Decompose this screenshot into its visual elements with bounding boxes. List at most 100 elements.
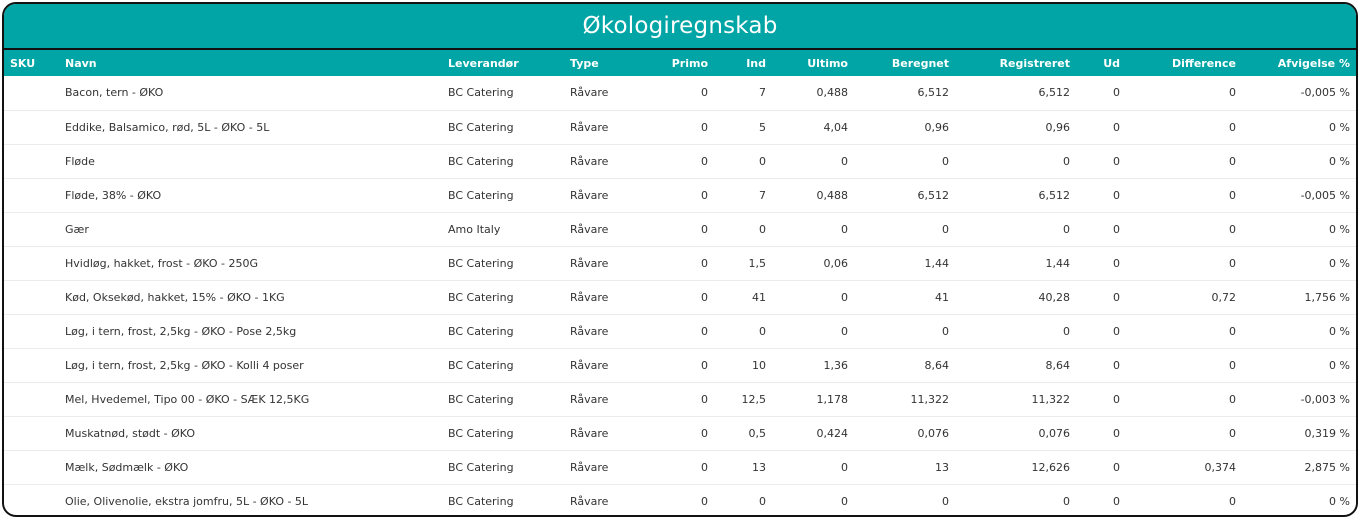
- cell-sku: [4, 416, 59, 450]
- cell-navn: Gær: [65, 222, 89, 236]
- cell-sku: [4, 280, 59, 314]
- cell-beregnet: 6,512: [917, 86, 950, 100]
- cell-primo: 0: [701, 120, 708, 134]
- cell-type: Råvare: [570, 188, 609, 202]
- cell-ultimo: 1,178: [816, 392, 849, 406]
- cell-type: Råvare: [570, 290, 609, 304]
- table-row[interactable]: Mælk, Sødmælk - ØKO BC Catering Råvare 0 13 0…: [4, 450, 1356, 484]
- cell-ultimo: 0: [841, 154, 848, 168]
- table-row[interactable]: Eddike, Balsamico, rød, 5L - ØKO - 5L BC …: [4, 110, 1356, 144]
- table-row[interactable]: Olie, Olivenolie, ekstra jomfru, 5L - ØK…: [4, 484, 1356, 515]
- cell-beregnet: 13: [935, 460, 949, 474]
- cell-registreret: 0: [1063, 154, 1070, 168]
- cell-type: Råvare: [570, 256, 609, 270]
- cell-type: Råvare: [570, 154, 609, 168]
- cell-registreret: 40,28: [1038, 290, 1071, 304]
- cell-ind: 7: [759, 86, 766, 100]
- cell-registreret: 0,96: [1045, 120, 1071, 134]
- col-header-difference[interactable]: Difference: [1126, 50, 1242, 76]
- cell-difference: 0: [1229, 188, 1236, 202]
- table-row[interactable]: Løg, i tern, frost, 2,5kg - ØKO - Pose 2…: [4, 314, 1356, 348]
- cell-navn: Fløde, 38% - ØKO: [65, 188, 162, 202]
- cell-leverandor: BC Catering: [448, 392, 514, 406]
- cell-leverandor: BC Catering: [448, 324, 514, 338]
- cell-ind: 10: [752, 358, 766, 372]
- cell-primo: 0: [701, 154, 708, 168]
- col-header-afvigelse[interactable]: Afvigelse %: [1242, 50, 1356, 76]
- cell-navn: Løg, i tern, frost, 2,5kg - ØKO - Pose 2…: [65, 324, 297, 338]
- cell-primo: 0: [701, 188, 708, 202]
- table-row[interactable]: Bacon, tern - ØKO BC Catering Råvare 0 7 0,48…: [4, 76, 1356, 110]
- cell-afvigelse: 0 %: [1329, 358, 1350, 372]
- cell-ind: 0: [759, 222, 766, 236]
- cell-ud: 0: [1113, 392, 1120, 406]
- table-row[interactable]: Fløde BC Catering Råvare 0 0 0 0 0 0 0 0 %: [4, 144, 1356, 178]
- col-header-primo[interactable]: Primo: [644, 50, 714, 76]
- cell-ud: 0: [1113, 494, 1120, 508]
- cell-navn: Fløde: [65, 154, 95, 168]
- cell-beregnet: 41: [935, 290, 949, 304]
- cell-ultimo: 0: [841, 222, 848, 236]
- col-header-ind[interactable]: Ind: [714, 50, 772, 76]
- cell-ind: 12,5: [741, 392, 767, 406]
- table-row[interactable]: Gær Amo Italy Råvare 0 0 0 0 0 0 0 0 %: [4, 212, 1356, 246]
- cell-sku: [4, 76, 59, 110]
- cell-sku: [4, 348, 59, 382]
- cell-primo: 0: [701, 290, 708, 304]
- cell-registreret: 6,512: [1038, 86, 1071, 100]
- cell-type: Råvare: [570, 222, 609, 236]
- table-row[interactable]: Løg, i tern, frost, 2,5kg - ØKO - Kolli …: [4, 348, 1356, 382]
- cell-leverandor: BC Catering: [448, 154, 514, 168]
- cell-navn: Eddike, Balsamico, rød, 5L - ØKO - 5L: [65, 120, 270, 134]
- report-title-bar: Økologiregnskab: [4, 4, 1356, 50]
- col-header-navn[interactable]: Navn: [59, 50, 442, 76]
- col-header-sku[interactable]: SKU: [4, 50, 59, 76]
- cell-afvigelse: 0 %: [1329, 256, 1350, 270]
- cell-type: Råvare: [570, 494, 609, 508]
- cell-ultimo: 0,488: [816, 188, 849, 202]
- cell-sku: [4, 178, 59, 212]
- cell-difference: 0: [1229, 120, 1236, 134]
- cell-registreret: 0: [1063, 494, 1070, 508]
- cell-primo: 0: [701, 426, 708, 440]
- cell-difference: 0,72: [1211, 290, 1237, 304]
- col-header-type[interactable]: Type: [564, 50, 644, 76]
- col-header-ud[interactable]: Ud: [1076, 50, 1126, 76]
- cell-registreret: 1,44: [1045, 256, 1071, 270]
- cell-type: Råvare: [570, 358, 609, 372]
- cell-beregnet: 0,96: [924, 120, 950, 134]
- col-header-ultimo[interactable]: Ultimo: [772, 50, 854, 76]
- col-header-beregnet[interactable]: Beregnet: [854, 50, 955, 76]
- cell-navn: Mel, Hvedemel, Tipo 00 - ØKO - SÆK 12,5K…: [65, 392, 310, 406]
- cell-registreret: 12,626: [1031, 460, 1071, 474]
- table-row[interactable]: Mel, Hvedemel, Tipo 00 - ØKO - SÆK 12,5K…: [4, 382, 1356, 416]
- cell-ultimo: 4,04: [823, 120, 849, 134]
- col-header-registreret[interactable]: Registreret: [955, 50, 1076, 76]
- table-body: Bacon, tern - ØKO BC Catering Råvare 0 7 0,48…: [4, 76, 1356, 515]
- cell-type: Råvare: [570, 86, 609, 100]
- cell-difference: 0: [1229, 86, 1236, 100]
- cell-beregnet: 0,076: [917, 426, 950, 440]
- cell-ind: 0: [759, 324, 766, 338]
- cell-beregnet: 6,512: [917, 188, 950, 202]
- table-row[interactable]: Muskatnød, stødt - ØKO BC Catering Råvare 0…: [4, 416, 1356, 450]
- cell-registreret: 0: [1063, 324, 1070, 338]
- cell-afvigelse: -0,005 %: [1300, 86, 1350, 100]
- cell-ind: 0: [759, 494, 766, 508]
- table-row[interactable]: Fløde, 38% - ØKO BC Catering Råvare 0 7 0,488…: [4, 178, 1356, 212]
- cell-ultimo: 0,06: [823, 256, 849, 270]
- table-row[interactable]: Hvidløg, hakket, frost - ØKO - 250G BC Ca…: [4, 246, 1356, 280]
- cell-type: Råvare: [570, 460, 609, 474]
- cell-registreret: 6,512: [1038, 188, 1071, 202]
- cell-ud: 0: [1113, 460, 1120, 474]
- table-header-row: SKU Navn Leverandør Type Primo Ind Ultim…: [4, 50, 1356, 76]
- table-row[interactable]: Kød, Oksekød, hakket, 15% - ØKO - 1KG BC …: [4, 280, 1356, 314]
- cell-type: Råvare: [570, 324, 609, 338]
- cell-afvigelse: 0 %: [1329, 494, 1350, 508]
- cell-afvigelse: 1,756 %: [1304, 290, 1350, 304]
- cell-type: Råvare: [570, 426, 609, 440]
- col-header-leverandor[interactable]: Leverandør: [442, 50, 564, 76]
- cell-ud: 0: [1113, 222, 1120, 236]
- cell-ultimo: 0,424: [816, 426, 849, 440]
- cell-afvigelse: -0,005 %: [1300, 188, 1350, 202]
